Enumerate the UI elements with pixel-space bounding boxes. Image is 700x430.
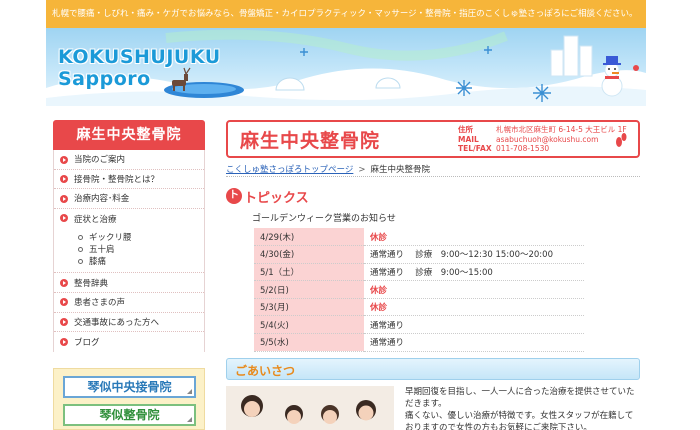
mail-label: MAIL xyxy=(458,134,479,144)
header-banner: KOKUSHUJUKU Sapporo xyxy=(46,28,646,106)
greeting-title: ごあいさつ xyxy=(235,364,296,378)
sidebar-nav: 当院のご案内 接骨院・整骨院とは？ 治療内容･料金 症状と治療 ギックリ腰 五十… xyxy=(53,150,205,352)
schedule-status: 通常通り xyxy=(364,333,584,352)
sidebar-item-traffic-accident[interactable]: 交通事故にあった方へ xyxy=(54,313,204,333)
schedule-date: 4/30(金) xyxy=(254,245,364,264)
topics-subtitle: ゴールデンウィーク営業のお知らせ xyxy=(252,214,396,224)
sidebar-item-what-is-clinic[interactable]: 接骨院・整骨院とは？ xyxy=(54,170,204,190)
topics-icon: ト xyxy=(226,188,242,204)
schedule-date: 5/2(日) xyxy=(254,280,364,299)
sidebar-item-label: 当院のご案内 xyxy=(74,155,126,166)
sidebar-item-blog[interactable]: ブログ xyxy=(54,332,204,352)
address-value: 札幌市北区麻生町 6-14-5 大王ビル 1F xyxy=(496,125,627,134)
arrow-bullet-icon xyxy=(60,214,68,223)
topics-heading: ト トピックス xyxy=(226,186,309,206)
schedule-row: 5/2(日) 休診 xyxy=(254,280,584,299)
sidebar-item-testimonials[interactable]: 患者さまの声 xyxy=(54,293,204,313)
schedule-row: 5/3(月) 休診 xyxy=(254,298,584,317)
sub-item-back-pain[interactable]: ギックリ腰 xyxy=(78,231,204,243)
footprint-icon xyxy=(616,133,627,147)
clinic-name: 麻生中央整骨院 xyxy=(240,130,381,152)
arrow-bullet-icon xyxy=(60,155,68,164)
logo-line-1: KOKUSHUJUKU xyxy=(58,46,221,68)
sidebar-clinic-links: 琴似中央接骨院 琴似整骨院 xyxy=(53,368,205,430)
gw-schedule-table: 4/29(木) 休診 4/30(金) 通常通り 診療 9:00～12:30 15:00… xyxy=(254,228,584,352)
breadcrumb: こくしゅ塾さっぽろトップページ > 麻生中央整骨院 xyxy=(226,163,430,175)
sidebar-title: 麻生中央整骨院 xyxy=(53,120,205,150)
link-label: 琴似整骨院 xyxy=(99,408,160,422)
top-strip: 札幌で腰痛・しびれ・痛み・ケガでお悩みなら、骨盤矯正・カイロプラクティック・マッ… xyxy=(46,0,646,28)
kotoni-chuo-clinic-link[interactable]: 琴似中央接骨院 xyxy=(63,376,196,398)
kotoni-clinic-link[interactable]: 琴似整骨院 xyxy=(63,404,196,426)
breadcrumb-home-link[interactable]: こくしゅ塾さっぽろトップページ xyxy=(226,165,353,175)
schedule-status: 休診 xyxy=(364,280,584,299)
header-tagline: 札幌で腰痛・しびれ・痛み・ケガでお悩みなら、骨盤矯正・カイロプラクティック・マッ… xyxy=(52,9,638,19)
schedule-date: 5/5(水) xyxy=(254,333,364,352)
arrow-bullet-icon xyxy=(60,278,68,287)
arrow-bullet-icon xyxy=(60,298,68,307)
mail-value[interactable]: asabuchuoh@kokushu.com xyxy=(496,135,598,145)
symptoms-sub-list: ギックリ腰 五十肩 膝痛 xyxy=(54,228,204,274)
corner-arrow-icon xyxy=(187,389,192,394)
greeting-heading-bar: ごあいさつ xyxy=(226,358,640,380)
greeting-text: 早期回復を目指し、一人一人に合った治療を提供させていただきます。 痛くない、優し… xyxy=(405,386,640,430)
sidebar-item-treatment-fees[interactable]: 治療内容･料金 xyxy=(54,189,204,209)
greeting-line-2: 痛くない、優しい治療が特徴です。女性スタッフが在籍しておりますので女性の方もお気… xyxy=(405,411,634,430)
clinic-header-box: 麻生中央整骨院 住所 札幌市北区麻生町 6-14-5 大王ビル 1F MAIL … xyxy=(226,120,640,158)
breadcrumb-divider xyxy=(226,176,640,177)
sub-item-knee-pain[interactable]: 膝痛 xyxy=(78,255,204,267)
sidebar-item-label: 症状と治療 xyxy=(74,214,117,225)
tel-value: 011-708-1530 xyxy=(496,144,550,153)
schedule-row: 4/30(金) 通常通り 診療 9:00～12:30 15:00～20:00 xyxy=(254,245,584,264)
corner-arrow-icon xyxy=(187,417,192,422)
sidebar-item-label: 患者さまの声 xyxy=(74,298,126,309)
schedule-date: 4/29(木) xyxy=(254,228,364,247)
schedule-date: 5/1（土） xyxy=(254,263,364,282)
tel-label: TEL/FAX xyxy=(458,144,492,153)
greeting-line-1: 早期回復を目指し、一人一人に合った治療を提供させていただきます。 xyxy=(405,387,635,409)
address-label: 住所 xyxy=(458,125,473,134)
link-label: 琴似中央接骨院 xyxy=(87,380,172,394)
schedule-status: 休診 xyxy=(364,228,584,247)
breadcrumb-separator: > xyxy=(358,165,366,175)
staff-photo-illustration xyxy=(226,386,394,430)
schedule-row: 5/1（土） 通常通り 診療 9:00～15:00 xyxy=(254,263,584,282)
sidebar-item-symptoms[interactable]: 症状と治療 xyxy=(54,209,204,229)
schedule-row: 4/29(木) 休診 xyxy=(254,228,584,247)
staff-photo xyxy=(226,386,394,430)
schedule-date: 5/4(火) xyxy=(254,315,364,335)
clinic-contact-info: 住所 札幌市北区麻生町 6-14-5 大王ビル 1F MAIL asabuchu… xyxy=(458,125,627,154)
topics-title: トピックス xyxy=(244,190,309,206)
arrow-bullet-icon xyxy=(60,194,68,203)
schedule-date: 5/3(月) xyxy=(254,298,364,317)
sidebar-item-label: 整骨辞典 xyxy=(74,278,109,289)
sidebar-item-about[interactable]: 当院のご案内 xyxy=(54,150,204,170)
schedule-status: 通常通り xyxy=(364,315,584,335)
site-logo[interactable]: KOKUSHUJUKU Sapporo xyxy=(58,46,221,90)
arrow-bullet-icon xyxy=(60,175,68,184)
schedule-status: 通常通り 診療 9:00～15:00 xyxy=(364,263,584,282)
breadcrumb-current: 麻生中央整骨院 xyxy=(370,165,430,175)
sidebar-item-label: 交通事故にあった方へ xyxy=(74,317,160,328)
schedule-row: 5/4(火) 通常通り xyxy=(254,315,584,335)
arrow-bullet-icon xyxy=(60,337,68,346)
logo-line-2: Sapporo xyxy=(58,68,151,90)
sidebar-item-label: ブログ xyxy=(74,337,100,348)
schedule-status: 通常通り 診療 9:00～12:30 15:00～20:00 xyxy=(364,245,584,264)
schedule-status: 休診 xyxy=(364,298,584,317)
sidebar-item-dictionary[interactable]: 整骨辞典 xyxy=(54,273,204,293)
sidebar-item-label: 接骨院・整骨院とは？ xyxy=(74,174,160,185)
sidebar-item-label: 治療内容･料金 xyxy=(74,194,130,205)
schedule-row: 5/5(水) 通常通り xyxy=(254,333,584,352)
arrow-bullet-icon xyxy=(60,318,68,327)
sub-item-frozen-shoulder[interactable]: 五十肩 xyxy=(78,243,204,255)
